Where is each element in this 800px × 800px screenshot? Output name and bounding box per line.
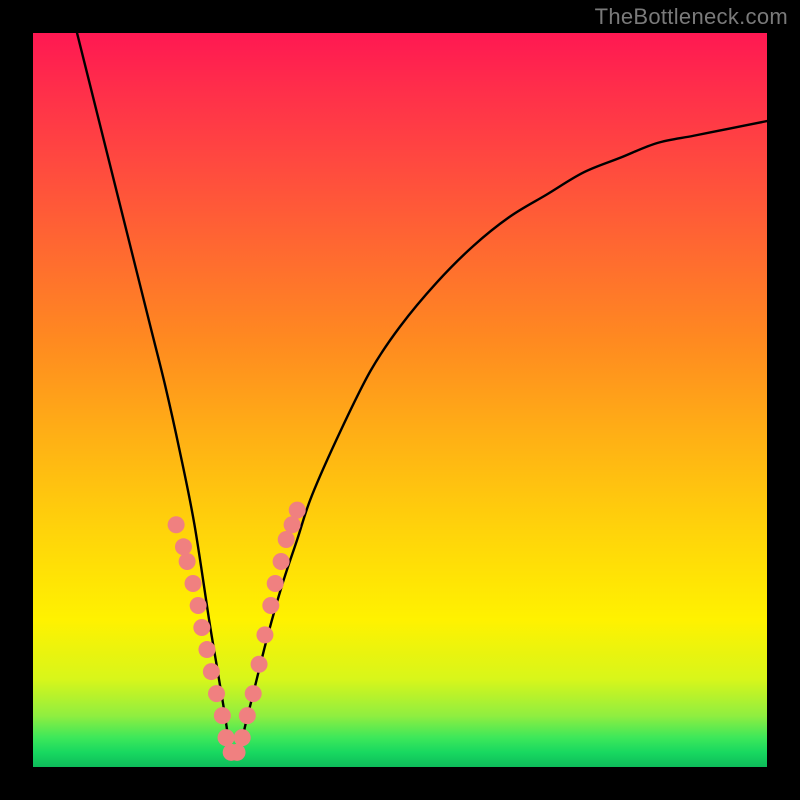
marker-dot	[179, 553, 196, 570]
marker-dot	[198, 641, 215, 658]
marker-dot	[278, 531, 295, 548]
watermark-text: TheBottleneck.com	[595, 4, 788, 30]
marker-dot	[256, 626, 273, 643]
marker-dot	[185, 575, 202, 592]
marker-dot	[284, 516, 301, 533]
marker-dot	[251, 656, 268, 673]
marker-dot	[203, 663, 220, 680]
marker-dot	[262, 597, 279, 614]
marker-dot	[273, 553, 290, 570]
marker-dot	[190, 597, 207, 614]
marker-dot	[214, 707, 231, 724]
chart-container: TheBottleneck.com	[0, 0, 800, 800]
plot-area	[33, 33, 767, 767]
bottleneck-curve	[33, 33, 767, 767]
marker-dot	[175, 538, 192, 555]
marker-dot	[193, 619, 210, 636]
marker-dot	[218, 729, 235, 746]
marker-dot	[239, 707, 256, 724]
marker-dot	[245, 685, 262, 702]
curve-path-thin	[77, 33, 767, 757]
marker-dot	[234, 729, 251, 746]
marker-dot	[208, 685, 225, 702]
marker-group	[168, 502, 306, 761]
marker-dot	[267, 575, 284, 592]
marker-dot	[229, 744, 246, 761]
marker-dot	[168, 516, 185, 533]
marker-dot	[289, 502, 306, 519]
